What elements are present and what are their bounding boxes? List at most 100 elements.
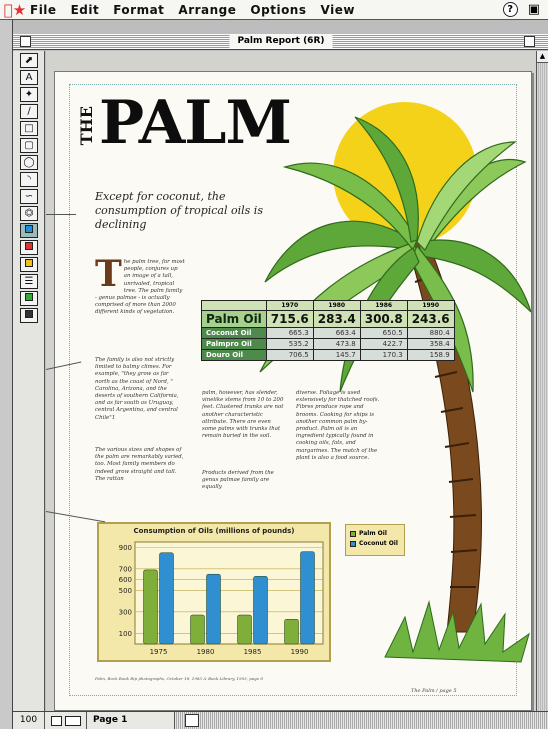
bar-palm-oil bbox=[237, 614, 252, 645]
legend-label: Palm Oil bbox=[359, 530, 387, 537]
legend-item: Coconut Oil bbox=[350, 539, 400, 549]
chart-legend[interactable]: Palm Oil Coconut Oil bbox=[345, 524, 405, 556]
help-icon[interactable]: ? bbox=[502, 2, 518, 17]
zoom-box-icon[interactable] bbox=[524, 36, 535, 47]
page-folio[interactable]: The Palm / page 5 bbox=[411, 688, 457, 694]
bar-coconut-oil bbox=[300, 551, 315, 645]
drop-cap: T bbox=[95, 253, 122, 295]
table-cell: 706.5 bbox=[265, 349, 314, 361]
table-cell: 243.6 bbox=[406, 310, 455, 328]
article-column-3[interactable]: diverse. Foliage is used extensively for… bbox=[296, 390, 380, 462]
menu-view[interactable]: View bbox=[321, 3, 355, 17]
y-tick-label: 900 bbox=[119, 544, 132, 552]
table-cell: 422.7 bbox=[359, 338, 408, 350]
table-row-label: Palmpro Oil bbox=[201, 338, 267, 350]
article-column-2[interactable]: palm, however, has slender, vinelike ste… bbox=[202, 390, 286, 440]
table-header: 1986 bbox=[359, 300, 408, 311]
scroll-up-icon[interactable]: ▲ bbox=[537, 51, 548, 63]
y-tick-label: 300 bbox=[119, 608, 132, 616]
legend-label: Coconut Oil bbox=[359, 540, 398, 547]
table-header: 1970 bbox=[265, 300, 314, 311]
article-column-2b[interactable]: Products derived from the genus palmae f… bbox=[202, 470, 286, 492]
status-bar: 100 Page 1 bbox=[13, 711, 548, 729]
article-paragraph-2[interactable]: The family is also not strictly limited … bbox=[95, 357, 185, 422]
page-icon[interactable] bbox=[50, 715, 62, 726]
window-title: Palm Report (6R) bbox=[229, 35, 333, 48]
document-page[interactable]: THE PALM Except for coconut, the consump… bbox=[54, 71, 532, 711]
rotate-tool-icon[interactable]: ✦ bbox=[20, 87, 38, 102]
article-column-1[interactable]: T he palm tree, for most people, conjure… bbox=[95, 253, 185, 317]
close-box-icon[interactable] bbox=[20, 36, 31, 47]
table-cell: 300.8 bbox=[359, 310, 408, 328]
scroll-thumb[interactable] bbox=[185, 714, 199, 727]
table-cell: 665.3 bbox=[265, 327, 314, 339]
menu-file[interactable]: File bbox=[30, 3, 57, 17]
headline-prefix[interactable]: THE bbox=[77, 106, 99, 145]
y-tick-label: 700 bbox=[119, 565, 132, 573]
table-cell: 473.8 bbox=[312, 338, 361, 350]
zoom-level[interactable]: 100 bbox=[13, 712, 45, 729]
app-switcher-icon[interactable]: ▣ bbox=[528, 2, 540, 17]
vertical-scrollbar[interactable]: ▲ bbox=[536, 51, 548, 711]
color-palette-icon[interactable] bbox=[20, 291, 38, 306]
footnote[interactable]: Palm, Bock Book Rip photographs, October… bbox=[95, 676, 263, 681]
headline-title[interactable]: PALM bbox=[99, 88, 292, 158]
page-indicator[interactable]: Page 1 bbox=[87, 712, 175, 729]
table-cell: 170.3 bbox=[359, 349, 408, 361]
x-tick-label: 1985 bbox=[244, 648, 262, 656]
menu-edit[interactable]: Edit bbox=[71, 3, 100, 17]
table-header-row: 1970 1980 1986 1990 bbox=[201, 300, 455, 311]
legend-swatch bbox=[350, 540, 356, 547]
polygon-tool-icon[interactable]: ⏣ bbox=[20, 206, 38, 221]
apple-menu-icon[interactable]: ★ bbox=[0, 1, 30, 19]
pen-color-icon[interactable] bbox=[20, 240, 38, 255]
bar-coconut-oil bbox=[206, 573, 221, 645]
oval-tool-icon[interactable]: ◯ bbox=[20, 155, 38, 170]
bar-palm-oil bbox=[284, 619, 299, 645]
headline-subtitle[interactable]: Except for coconut, the consumption of t… bbox=[95, 190, 290, 232]
x-tick-label: 1975 bbox=[150, 648, 168, 656]
leader-line bbox=[46, 214, 76, 215]
document-window: Palm Report (6R) ⬈ A ✦ ∕ □ ▢ ◯ ◝ ∽ ⏣ ☰ T… bbox=[12, 20, 548, 729]
rectangle-tool-icon[interactable]: □ bbox=[20, 121, 38, 136]
table-cell: 145.7 bbox=[312, 349, 361, 361]
table-row-label: Palm Oil bbox=[201, 310, 267, 328]
x-tick-label: 1980 bbox=[197, 648, 215, 656]
menu-options[interactable]: Options bbox=[250, 3, 306, 17]
pointer-tool-icon[interactable]: ⬈ bbox=[20, 53, 38, 68]
table-row: Palmpro Oil 535.2 473.8 422.7 358.4 bbox=[201, 338, 455, 350]
bar-palm-oil bbox=[190, 614, 205, 645]
shadow-icon[interactable] bbox=[20, 308, 38, 323]
table-header: 1990 bbox=[406, 300, 455, 311]
table-cell: 880.4 bbox=[406, 327, 455, 339]
line-width-icon[interactable]: ☰ bbox=[20, 274, 38, 289]
oil-table[interactable]: 1970 1980 1986 1990 Palm Oil 715.6 283.4… bbox=[201, 300, 455, 361]
bar-palm-oil bbox=[143, 569, 158, 645]
y-tick-label: 600 bbox=[119, 576, 132, 584]
table-row: Palm Oil 715.6 283.4 300.8 243.6 bbox=[201, 310, 455, 328]
facing-pages-icon[interactable] bbox=[64, 715, 81, 726]
text-tool-icon[interactable]: A bbox=[20, 70, 38, 85]
article-paragraph-3[interactable]: The various sizes and shapes of the palm… bbox=[95, 447, 185, 483]
bar-coconut-oil bbox=[253, 576, 268, 645]
window-title-bar[interactable]: Palm Report (6R) bbox=[13, 34, 548, 50]
pen-pattern-icon[interactable] bbox=[20, 257, 38, 272]
legend-item: Palm Oil bbox=[350, 529, 400, 539]
y-tick-label: 100 bbox=[119, 630, 132, 638]
tool-palette: ⬈ A ✦ ∕ □ ▢ ◯ ◝ ∽ ⏣ ☰ bbox=[13, 51, 45, 711]
bar-chart: 900 700 600 500 300 100 1975 1980 1985 1990 bbox=[119, 541, 324, 656]
table-cell: 535.2 bbox=[265, 338, 314, 350]
freehand-tool-icon[interactable]: ∽ bbox=[20, 189, 38, 204]
arc-tool-icon[interactable]: ◝ bbox=[20, 172, 38, 187]
horizontal-scrollbar[interactable] bbox=[175, 712, 548, 729]
legend-swatch bbox=[350, 530, 356, 537]
menu-arrange[interactable]: Arrange bbox=[178, 3, 236, 17]
line-tool-icon[interactable]: ∕ bbox=[20, 104, 38, 119]
table-cell: 158.9 bbox=[406, 349, 455, 361]
menu-format[interactable]: Format bbox=[113, 3, 164, 17]
rounded-rectangle-tool-icon[interactable]: ▢ bbox=[20, 138, 38, 153]
page-view-controls bbox=[45, 712, 87, 729]
fill-color-icon[interactable] bbox=[20, 223, 38, 238]
chart-container[interactable]: Consumption of Oils (millions of pounds)… bbox=[97, 522, 331, 662]
table-header: 1980 bbox=[312, 300, 361, 311]
